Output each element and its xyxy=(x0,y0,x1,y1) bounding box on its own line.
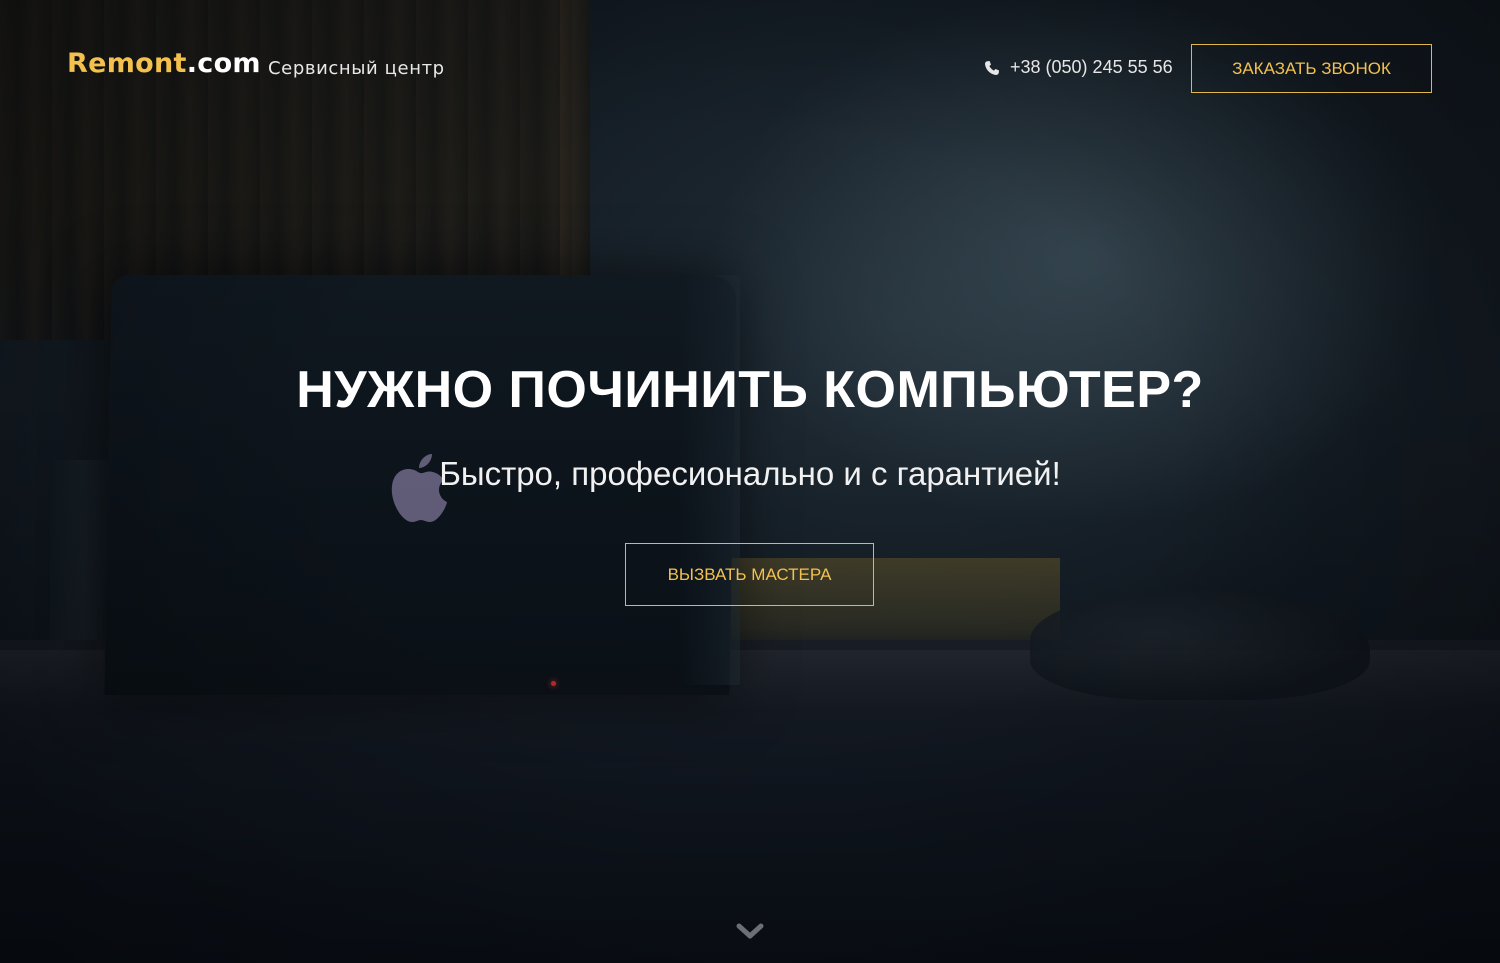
logo-name: Remont xyxy=(67,48,187,79)
site-header: Remont.com Сервисный центр +38 (050) 245… xyxy=(0,0,1500,136)
logo[interactable]: Remont.com xyxy=(67,48,261,79)
phone-number-link[interactable]: +38 (050) 245 55 56 xyxy=(984,57,1173,78)
order-callback-button[interactable]: ЗАКАЗАТЬ ЗВОНОК xyxy=(1191,44,1432,93)
tagline: Сервисный центр xyxy=(268,58,445,79)
hero-title: НУЖНО ПОЧИНИТЬ КОМПЬЮТЕР? xyxy=(296,361,1204,419)
hero-subtitle: Быстро, професионально и с гарантией! xyxy=(439,455,1061,492)
logo-domain: .com xyxy=(186,48,261,79)
hero-section: Remont.com Сервисный центр +38 (050) 245… xyxy=(0,0,1500,963)
call-master-button[interactable]: ВЫЗВАТЬ МАСТЕРА xyxy=(625,543,874,606)
phone-icon xyxy=(985,60,999,75)
chevron-down-icon[interactable] xyxy=(736,920,764,942)
phone-number: +38 (050) 245 55 56 xyxy=(1010,57,1173,77)
